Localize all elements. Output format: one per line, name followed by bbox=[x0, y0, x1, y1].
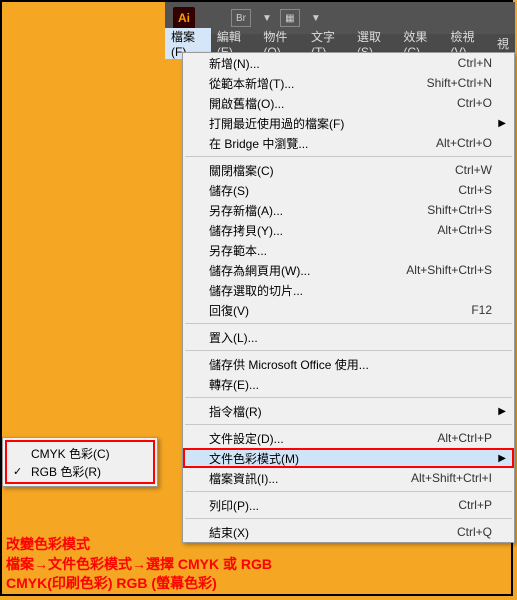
menu-item-label: 儲存供 Microsoft Office 使用... bbox=[209, 356, 492, 373]
menu-item[interactable]: 另存新檔(A)...Shift+Ctrl+S bbox=[183, 200, 514, 220]
menu-item-shortcut: Ctrl+N bbox=[458, 56, 492, 70]
menu-item-shortcut: Ctrl+W bbox=[455, 163, 492, 177]
menu-item[interactable]: 回復(V)F12 bbox=[183, 300, 514, 320]
menu-item-shortcut: Shift+Ctrl+S bbox=[427, 203, 492, 217]
file-dropdown-menu: 新增(N)...Ctrl+N從範本新增(T)...Shift+Ctrl+N開啟舊… bbox=[182, 52, 515, 543]
menu-item[interactable]: 在 Bridge 中瀏覽...Alt+Ctrl+O bbox=[183, 133, 514, 153]
ai-logo-icon: Ai bbox=[173, 7, 195, 29]
menubar: 檔案(F) 編輯(E) 物件(O) 文字(T) 選取(S) 效果(C) 檢視(V… bbox=[165, 34, 515, 52]
menu-item[interactable]: 開啟舊檔(O)...Ctrl+O bbox=[183, 93, 514, 113]
menu-item-shortcut: Ctrl+S bbox=[458, 183, 492, 197]
menu-item-label: 另存新檔(A)... bbox=[209, 202, 427, 219]
menu-item-shortcut: Alt+Ctrl+S bbox=[437, 223, 492, 237]
menu-item[interactable]: 儲存供 Microsoft Office 使用... bbox=[183, 354, 514, 374]
submenu-arrow-icon: ▶ bbox=[498, 406, 506, 417]
menu-item-label: 從範本新增(T)... bbox=[209, 75, 427, 92]
menu-item[interactable]: 置入(L)... bbox=[183, 327, 514, 347]
chevron-down-icon[interactable]: ▼ bbox=[262, 13, 272, 24]
layout-icon[interactable]: ▦ bbox=[280, 9, 300, 27]
menu-item[interactable]: 儲存拷貝(Y)...Alt+Ctrl+S bbox=[183, 220, 514, 240]
submenu-cmyk[interactable]: CMYK 色彩(C) bbox=[9, 444, 151, 462]
submenu-label: RGB 色彩(R) bbox=[31, 463, 101, 480]
menu-item[interactable]: 儲存(S)Ctrl+S bbox=[183, 180, 514, 200]
menu-item-shortcut: F12 bbox=[471, 303, 492, 317]
menu-item-label: 指令檔(R) bbox=[209, 403, 492, 420]
submenu-label: CMYK 色彩(C) bbox=[31, 445, 110, 462]
menu-item-label: 儲存為網頁用(W)... bbox=[209, 262, 406, 279]
menu-item-label: 儲存(S) bbox=[209, 182, 458, 199]
menu-item-shortcut: Alt+Shift+Ctrl+S bbox=[406, 263, 492, 277]
menu-item[interactable]: 檔案資訊(I)...Alt+Shift+Ctrl+I bbox=[183, 468, 514, 488]
color-mode-submenu: CMYK 色彩(C) ✓ RGB 色彩(R) bbox=[2, 437, 158, 487]
menu-item[interactable]: 另存範本... bbox=[183, 240, 514, 260]
menu-item-label: 列印(P)... bbox=[209, 497, 458, 514]
menu-item-shortcut: Ctrl+Q bbox=[457, 525, 492, 539]
menu-item[interactable]: 新增(N)...Ctrl+N bbox=[183, 53, 514, 73]
menu-item-label: 新增(N)... bbox=[209, 55, 458, 72]
menu-item-shortcut: Alt+Ctrl+P bbox=[437, 431, 492, 445]
menu-item[interactable]: 儲存為網頁用(W)...Alt+Shift+Ctrl+S bbox=[183, 260, 514, 280]
submenu-arrow-icon: ▶ bbox=[498, 453, 506, 464]
menu-item-label: 文件色彩模式(M) bbox=[209, 450, 492, 467]
menu-item-label: 儲存拷貝(Y)... bbox=[209, 222, 437, 239]
menu-item[interactable]: 指令檔(R) ▶ bbox=[183, 401, 514, 421]
menu-item[interactable]: 轉存(E)... bbox=[183, 374, 514, 394]
menu-item-label: 儲存選取的切片... bbox=[209, 282, 492, 299]
menu-item-shortcut: Alt+Ctrl+O bbox=[436, 136, 492, 150]
menu-item-label: 另存範本... bbox=[209, 242, 492, 259]
menu-item-label: 在 Bridge 中瀏覽... bbox=[209, 135, 436, 152]
menu-item-label: 開啟舊檔(O)... bbox=[209, 95, 457, 112]
menu-item-shortcut: Ctrl+O bbox=[457, 96, 492, 110]
menu-item[interactable]: 列印(P)...Ctrl+P bbox=[183, 495, 514, 515]
submenu-rgb[interactable]: ✓ RGB 色彩(R) bbox=[9, 462, 151, 480]
menu-item-label: 檔案資訊(I)... bbox=[209, 470, 411, 487]
bridge-icon[interactable]: Br bbox=[231, 9, 251, 27]
annotation-caption: 改變色彩模式 檔案→文件色彩模式→選擇 CMYK 或 RGB CMYK(印刷色彩… bbox=[6, 535, 272, 594]
menu-item-shortcut: Shift+Ctrl+N bbox=[427, 76, 492, 90]
menu-item[interactable]: 從範本新增(T)...Shift+Ctrl+N bbox=[183, 73, 514, 93]
menu-item[interactable]: 打開最近使用過的檔案(F) ▶ bbox=[183, 113, 514, 133]
menu-item-label: 關閉檔案(C) bbox=[209, 162, 455, 179]
menu-item-shortcut: Alt+Shift+Ctrl+I bbox=[411, 471, 492, 485]
menubar-window[interactable]: 視 bbox=[491, 35, 515, 52]
chevron-down-icon[interactable]: ▼ bbox=[311, 13, 321, 24]
menu-item-label: 轉存(E)... bbox=[209, 376, 492, 393]
menu-item[interactable]: 文件設定(D)...Alt+Ctrl+P bbox=[183, 428, 514, 448]
menu-item[interactable]: 關閉檔案(C)Ctrl+W bbox=[183, 160, 514, 180]
check-icon: ✓ bbox=[13, 465, 22, 478]
menu-item[interactable]: 儲存選取的切片... bbox=[183, 280, 514, 300]
menu-item-label: 回復(V) bbox=[209, 302, 471, 319]
submenu-arrow-icon: ▶ bbox=[498, 118, 506, 129]
menu-item-label: 文件設定(D)... bbox=[209, 430, 437, 447]
menu-item-label: 打開最近使用過的檔案(F) bbox=[209, 115, 492, 132]
menu-item-shortcut: Ctrl+P bbox=[458, 498, 492, 512]
menu-item[interactable]: 文件色彩模式(M) ▶ bbox=[183, 448, 514, 468]
menu-item-label: 置入(L)... bbox=[209, 329, 492, 346]
